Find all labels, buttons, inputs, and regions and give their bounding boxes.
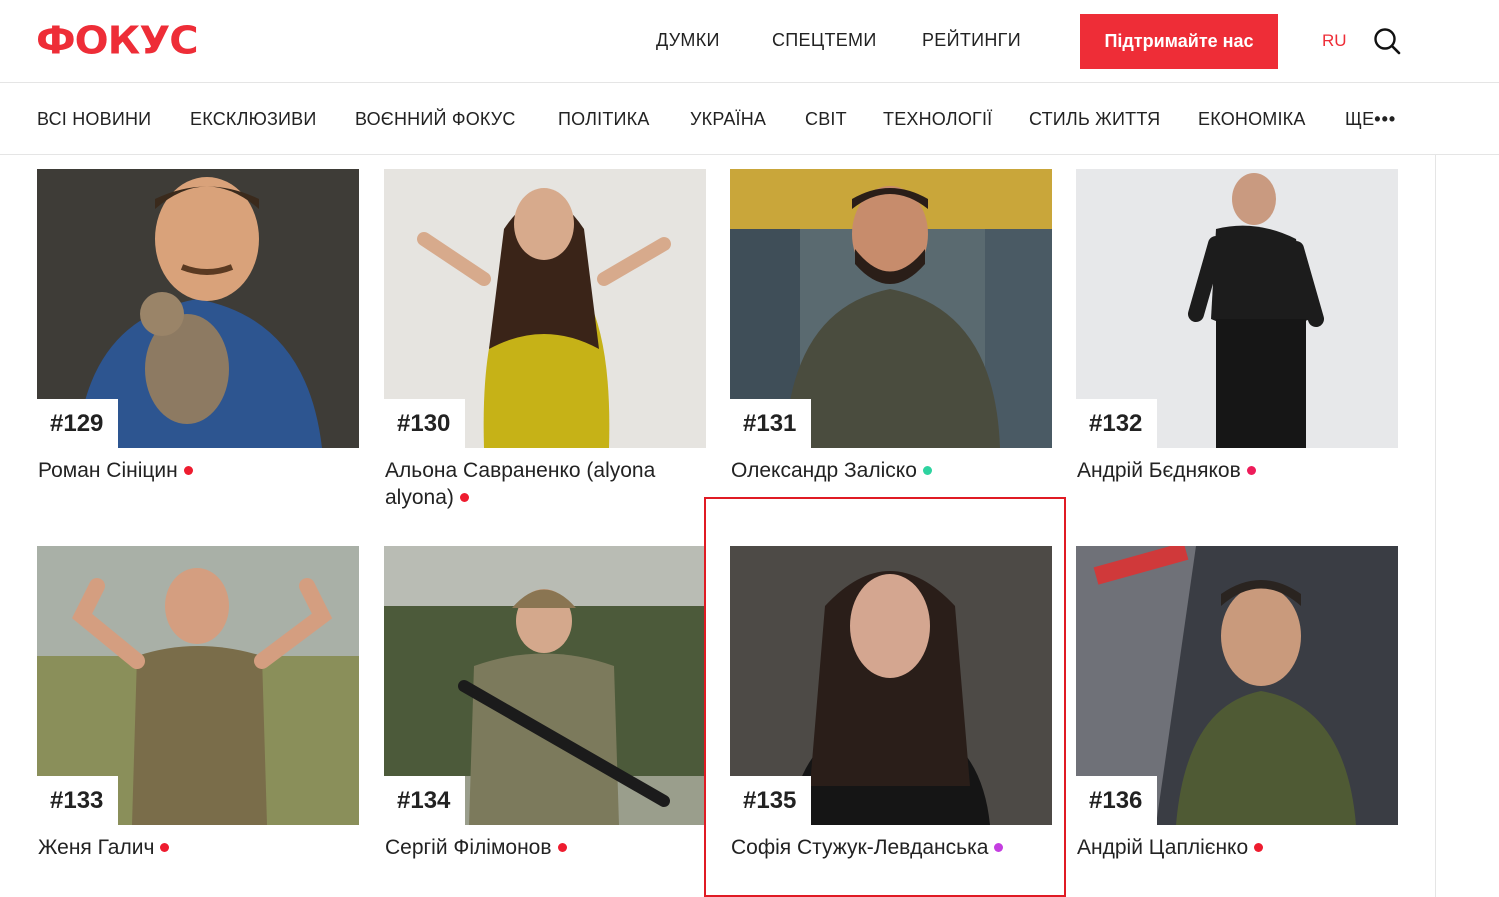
person-name-text: Альона Савраненко (alyona alyona) xyxy=(385,459,656,509)
nav-dumky[interactable]: ДУМКИ xyxy=(656,30,720,51)
rank-badge: #131 xyxy=(730,399,811,448)
site-header: ФОКУС ДУМКИ СПЕЦТЕМИ РЕЙТИНГИ Підтримайт… xyxy=(0,0,1499,83)
category-dot xyxy=(1254,843,1264,852)
category-dot xyxy=(922,466,932,475)
support-button[interactable]: Підтримайте нас xyxy=(1080,14,1278,69)
person-photo[interactable]: #134 xyxy=(384,546,706,825)
search-icon[interactable] xyxy=(1372,26,1402,56)
person-name[interactable]: Олександр Заліско xyxy=(730,457,1052,484)
language-switch[interactable]: RU xyxy=(1322,31,1347,51)
category-more-label: ЩЕ xyxy=(1345,109,1375,129)
rating-card-129[interactable]: #129 Роман Сініцин xyxy=(37,169,359,484)
more-dots-icon: ••• xyxy=(1374,109,1397,129)
selection-highlight xyxy=(704,497,1066,897)
category-exclusives[interactable]: ЕКСКЛЮЗИВИ xyxy=(190,109,317,130)
rating-card-136[interactable]: #136 Андрій Цаплієнко xyxy=(1076,546,1398,861)
person-photo[interactable]: #131 xyxy=(730,169,1052,448)
rating-card-130[interactable]: #130 Альона Савраненко (alyona alyona) xyxy=(384,169,706,511)
rank-badge: #132 xyxy=(1076,399,1157,448)
rank-badge: #133 xyxy=(37,776,118,825)
person-photo[interactable]: #133 xyxy=(37,546,359,825)
category-lifestyle[interactable]: СТИЛЬ ЖИТТЯ xyxy=(1029,109,1160,130)
category-war-focus[interactable]: ВОЄННИЙ ФОКУС xyxy=(355,109,516,130)
rating-card-134[interactable]: #134 Сергій Філімонов xyxy=(384,546,706,861)
person-photo[interactable]: #136 xyxy=(1076,546,1398,825)
category-dot xyxy=(160,843,170,852)
category-ukraine[interactable]: УКРАЇНА xyxy=(690,109,766,130)
nav-reitynhy[interactable]: РЕЙТИНГИ xyxy=(922,30,1021,51)
category-dot xyxy=(557,843,567,852)
person-name[interactable]: Роман Сініцин xyxy=(37,457,359,484)
person-name-text: Андрій Цаплієнко xyxy=(1077,836,1249,859)
person-name-text: Олександр Заліско xyxy=(731,459,917,482)
person-photo[interactable]: #129 xyxy=(37,169,359,448)
category-all-news[interactable]: ВСІ НОВИНИ xyxy=(37,109,151,130)
person-name[interactable]: Альона Савраненко (alyona alyona) xyxy=(384,457,706,511)
category-more[interactable]: ЩЕ••• xyxy=(1345,109,1396,130)
category-technology[interactable]: ТЕХНОЛОГІЇ xyxy=(883,109,992,130)
person-photo[interactable]: #130 xyxy=(384,169,706,448)
category-dot xyxy=(183,466,193,475)
person-name-text: Роман Сініцин xyxy=(38,459,178,482)
category-world[interactable]: СВІТ xyxy=(805,109,847,130)
person-name[interactable]: Андрій Цаплієнко xyxy=(1076,834,1398,861)
person-name[interactable]: Женя Галич xyxy=(37,834,359,861)
person-name[interactable]: Андрій Бєдняков xyxy=(1076,457,1398,484)
person-photo[interactable]: #132 xyxy=(1076,169,1398,448)
rank-badge: #129 xyxy=(37,399,118,448)
category-dot xyxy=(1246,466,1256,475)
person-name-text: Андрій Бєдняков xyxy=(1077,459,1241,482)
person-name-text: Женя Галич xyxy=(38,836,155,859)
sidebar-divider xyxy=(1435,155,1436,897)
category-dot xyxy=(459,493,469,502)
nav-spetstemy[interactable]: СПЕЦТЕМИ xyxy=(772,30,877,51)
rating-card-133[interactable]: #133 Женя Галич xyxy=(37,546,359,861)
site-logo[interactable]: ФОКУС xyxy=(36,19,199,63)
rating-card-132[interactable]: #132 Андрій Бєдняков xyxy=(1076,169,1398,484)
category-economy[interactable]: ЕКОНОМІКА xyxy=(1198,109,1306,130)
rating-card-131[interactable]: #131 Олександр Заліско xyxy=(730,169,1052,484)
category-politics[interactable]: ПОЛІТИКА xyxy=(558,109,650,130)
person-name-text: Сергій Філімонов xyxy=(385,836,552,859)
category-nav: ВСІ НОВИНИ ЕКСКЛЮЗИВИ ВОЄННИЙ ФОКУС ПОЛІ… xyxy=(0,83,1499,155)
person-name[interactable]: Сергій Філімонов xyxy=(384,834,706,861)
rank-badge: #136 xyxy=(1076,776,1157,825)
rank-badge: #130 xyxy=(384,399,465,448)
rank-badge: #134 xyxy=(384,776,465,825)
